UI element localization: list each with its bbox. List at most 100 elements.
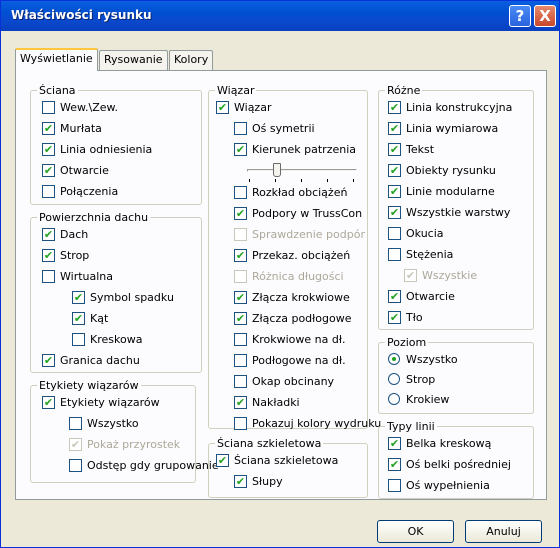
checkmark-icon[interactable]: ✔ [388,290,401,303]
group-etykiety-wiazarow: Etykiety wiązarów ✔ Etykiety wiązarów Wszy… [30,379,219,483]
checkbox-label: Kąt [90,312,109,325]
radio-selected-dot [392,357,396,361]
cancel-button[interactable]: Anuluj [465,520,542,543]
group-rozne: Różne ✔ Linia konstrukcyjna ✔ Linia wymiaro… [378,84,534,330]
checkbox-box[interactable] [234,354,247,367]
checkmark-icon[interactable]: ✔ [234,475,247,488]
checkbox-label: Wszystko [87,417,139,430]
checkmark-icon[interactable]: ✔ [42,143,55,156]
checkmark-icon[interactable]: ✔ [42,228,55,241]
slider-tick [275,179,276,182]
checkbox-box[interactable] [69,417,82,430]
checkbox-box[interactable] [42,270,55,283]
checkbox-box[interactable] [388,479,401,492]
checkmark-icon[interactable]: ✔ [388,122,401,135]
radio-label: Krokiew [406,393,450,406]
slider-tick [249,179,250,182]
checkmark-icon[interactable]: ✔ [388,437,401,450]
checkbox-label: Tło [406,311,423,324]
checkmark-icon[interactable]: ✔ [234,396,247,409]
tab-kolory[interactable]: Kolory [169,50,214,70]
direction-slider[interactable] [247,163,357,183]
checkbox-label: Belka kreskową [406,437,492,450]
checkmark-icon[interactable]: ✔ [234,312,247,325]
group-wiazar: Wiązar ✔ Wiązar Oś symetrii ✔ Kierunek patrz… [208,84,381,430]
tab-rysowanie[interactable]: Rysowanie [99,50,168,70]
radio-button-icon[interactable] [388,353,400,365]
checkbox-box [234,270,247,283]
checkbox-label: Wszystkie [422,269,478,282]
checkbox-box[interactable] [42,185,55,198]
checkmark-icon: ✔ [404,269,417,282]
checkmark-icon[interactable]: ✔ [388,458,401,471]
checkmark-icon[interactable]: ✔ [388,164,401,177]
checkmark-icon[interactable]: ✔ [42,249,55,262]
slider-tick [353,179,354,182]
properties-dialog: Właściwości rysunku ? X Wyświetlanie Rys… [0,0,560,548]
slider-track [247,169,357,172]
checkbox-label: Symbol spadku [90,291,174,304]
tab-wyswietlanie[interactable]: Wyświetlanie [15,48,98,71]
checkmark-icon[interactable]: ✔ [388,206,401,219]
title-bar[interactable]: Właściwości rysunku ? X [1,1,559,31]
checkmark-icon: ✔ [69,438,82,451]
group-typy-linii: Typy linii ✔ Belka kreskową ✔ Oś belki pośr… [378,420,534,499]
checkmark-icon[interactable]: ✔ [388,143,401,156]
checkbox-box[interactable] [234,375,247,388]
checkmark-icon[interactable]: ✔ [72,291,85,304]
checkmark-icon[interactable]: ✔ [42,396,55,409]
checkbox-label: Krokwiowe na dł. [252,333,346,346]
checkmark-icon[interactable]: ✔ [234,249,247,262]
checkbox-label: Wszystkie warstwy [406,206,511,219]
tab-panel: Ściana Wew.\Zew. ✔ Murłata ✔ Linia odniesien… [15,70,547,500]
help-button[interactable]: ? [509,5,531,27]
checkbox-label: Okucia [406,227,444,240]
checkbox-box[interactable] [388,248,401,261]
group-sciana-szkieletowa: Ściana szkieletowa ✔ Ściana szkieletowa ✔ S… [208,437,368,498]
checkbox-box[interactable] [388,227,401,240]
checkbox-box[interactable] [234,417,247,430]
checkbox-label: Złącza krokwiowe [252,291,350,304]
checkbox-label: Pokazuj kolory wydruku [252,417,382,430]
checkmark-icon[interactable]: ✔ [234,207,247,220]
checkbox-label: Linia odniesienia [60,143,153,156]
checkbox-box[interactable] [234,122,247,135]
checkmark-icon[interactable]: ✔ [72,312,85,325]
checkbox-label: Tekst [406,143,435,156]
checkbox-box[interactable] [69,459,82,472]
checkmark-icon[interactable]: ✔ [216,101,229,114]
radio-button-icon[interactable] [388,373,400,385]
checkbox-box[interactable] [42,101,55,114]
checkmark-icon[interactable]: ✔ [42,164,55,177]
window-title: Właściwości rysunku [11,8,152,22]
checkmark-icon[interactable]: ✔ [234,143,247,156]
checkbox-label: Pokaż przyrostek [87,438,181,451]
radio-button-icon[interactable] [388,393,400,405]
checkbox-box[interactable] [72,333,85,346]
checkbox-label: Dach [60,228,89,241]
ok-button[interactable]: OK [377,520,454,543]
checkmark-icon[interactable]: ✔ [388,311,401,324]
checkmark-icon[interactable]: ✔ [42,354,55,367]
checkbox-label: Kreskowa [90,333,143,346]
checkbox-label: Linia wymiarowa [406,122,499,135]
checkbox-box[interactable] [234,186,247,199]
checkbox-label: Nakładki [252,396,300,409]
slider-thumb[interactable] [273,163,281,177]
checkbox-box[interactable] [234,333,247,346]
checkmark-icon[interactable]: ✔ [42,122,55,135]
checkbox-label: Ściana szkieletowa [234,454,339,467]
checkbox-label: Wirtualna [60,270,114,283]
checkbox-label: Przekaz. obciążeń [252,249,351,262]
radio-label: Strop [406,373,436,386]
radio-label: Wszystko [406,353,458,366]
checkmark-icon[interactable]: ✔ [388,185,401,198]
checkmark-icon[interactable]: ✔ [234,291,247,304]
checkbox-label: Wiązar [234,101,272,114]
checkbox-label: Podłogowe na dł. [252,354,346,367]
close-button[interactable]: X [534,5,556,27]
checkbox-label: Różnica długości [252,270,344,283]
slider-tick [301,179,302,182]
checkmark-icon[interactable]: ✔ [388,101,401,114]
checkmark-icon[interactable]: ✔ [216,454,229,467]
